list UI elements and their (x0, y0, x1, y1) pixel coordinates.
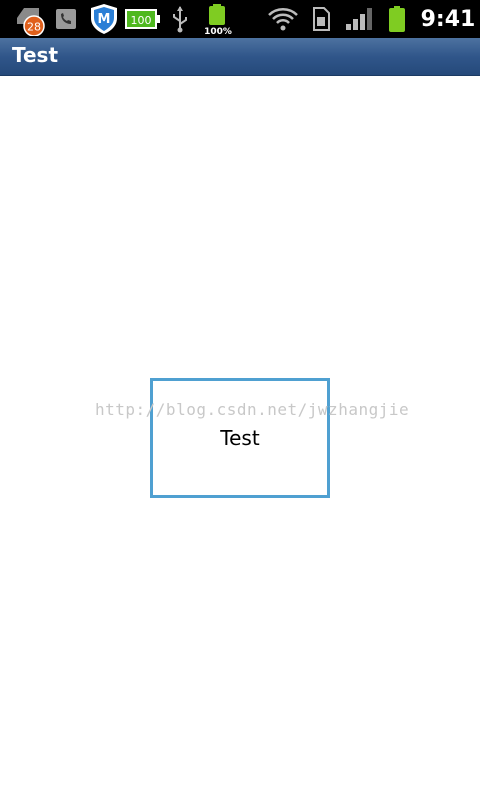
main-content: Test http://blog.csdn.net/jwzhangjie (0, 76, 480, 800)
signal-strength-icon (344, 0, 374, 38)
status-clock: 9:41 (420, 0, 476, 38)
status-bar: 28 M 100 100% 9:41 (0, 0, 480, 38)
app-title: Test (12, 43, 59, 67)
watermark-text: http://blog.csdn.net/jwzhangjie (95, 400, 410, 419)
svg-text:28: 28 (27, 21, 41, 34)
security-shield-icon[interactable]: M (88, 0, 120, 38)
svg-text:M: M (98, 12, 111, 27)
battery-level-icon: 100% (202, 0, 234, 38)
wifi-icon (266, 0, 300, 38)
phone-app-icon[interactable] (54, 0, 78, 38)
svg-text:100%: 100% (204, 27, 232, 36)
battery-widget-icon[interactable]: 100 (124, 0, 162, 38)
test-button-label: Test (220, 426, 260, 450)
usb-icon (168, 0, 192, 38)
notification-badge-icon[interactable]: 28 (14, 0, 48, 38)
app-title-bar: Test (0, 38, 480, 76)
clock-text: 9:41 (420, 6, 476, 32)
svg-text:100: 100 (131, 14, 152, 27)
sim-card-icon (310, 0, 332, 38)
test-button[interactable]: Test (150, 378, 330, 498)
battery-icon (386, 0, 408, 38)
